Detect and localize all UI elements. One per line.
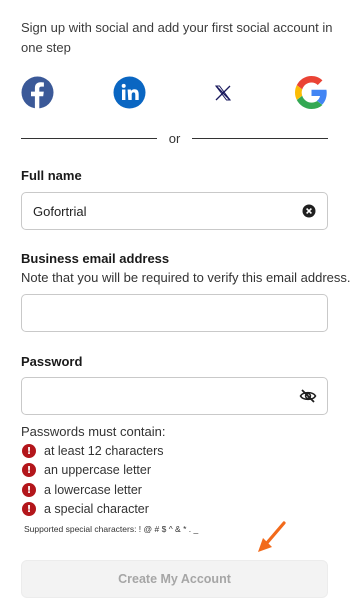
divider-line-right bbox=[192, 137, 328, 139]
full-name-label: Full name bbox=[21, 168, 82, 183]
social-login-row bbox=[21, 76, 331, 110]
pointer-arrow-icon bbox=[258, 521, 286, 552]
email-field[interactable] bbox=[21, 294, 328, 332]
clear-icon[interactable] bbox=[301, 203, 317, 219]
requirement-item: ! at least 12 characters bbox=[22, 442, 164, 460]
requirement-text: at least 12 characters bbox=[44, 444, 164, 458]
error-icon: ! bbox=[22, 444, 36, 458]
eye-off-icon[interactable] bbox=[299, 388, 317, 404]
linkedin-icon bbox=[113, 76, 146, 109]
facebook-icon bbox=[21, 76, 54, 109]
password-input[interactable] bbox=[33, 378, 293, 414]
create-account-button[interactable]: Create My Account bbox=[21, 560, 328, 598]
error-icon: ! bbox=[22, 502, 36, 516]
email-note: Note that you will be required to verify… bbox=[21, 270, 351, 285]
password-label: Password bbox=[21, 354, 83, 369]
email-input[interactable] bbox=[33, 295, 293, 331]
full-name-input[interactable] bbox=[33, 193, 293, 229]
linkedin-button[interactable] bbox=[113, 76, 146, 109]
x-button[interactable] bbox=[206, 76, 239, 109]
requirement-text: an uppercase letter bbox=[44, 463, 152, 477]
divider-text: or bbox=[168, 130, 181, 146]
password-field[interactable] bbox=[21, 377, 328, 415]
full-name-field[interactable] bbox=[21, 192, 328, 230]
facebook-button[interactable] bbox=[21, 76, 54, 109]
special-characters-note: Supported special characters: ! @ # $ ^ … bbox=[24, 524, 199, 534]
social-signup-intro: Sign up with social and add your first s… bbox=[21, 20, 333, 55]
or-divider: or bbox=[21, 128, 328, 148]
error-icon: ! bbox=[22, 483, 36, 497]
password-requirements-title: Passwords must contain: bbox=[21, 424, 166, 439]
requirement-item: ! a special character bbox=[22, 500, 149, 518]
divider-line-left bbox=[21, 137, 157, 139]
requirement-item: ! a lowercase letter bbox=[22, 481, 142, 499]
google-icon bbox=[295, 76, 327, 109]
error-icon: ! bbox=[22, 463, 36, 477]
google-button[interactable] bbox=[295, 76, 328, 109]
x-icon bbox=[214, 85, 231, 100]
requirement-text: a special character bbox=[44, 502, 149, 516]
requirement-text: a lowercase letter bbox=[44, 483, 142, 497]
email-label: Business email address bbox=[21, 251, 170, 266]
requirement-item: ! an uppercase letter bbox=[22, 461, 151, 479]
